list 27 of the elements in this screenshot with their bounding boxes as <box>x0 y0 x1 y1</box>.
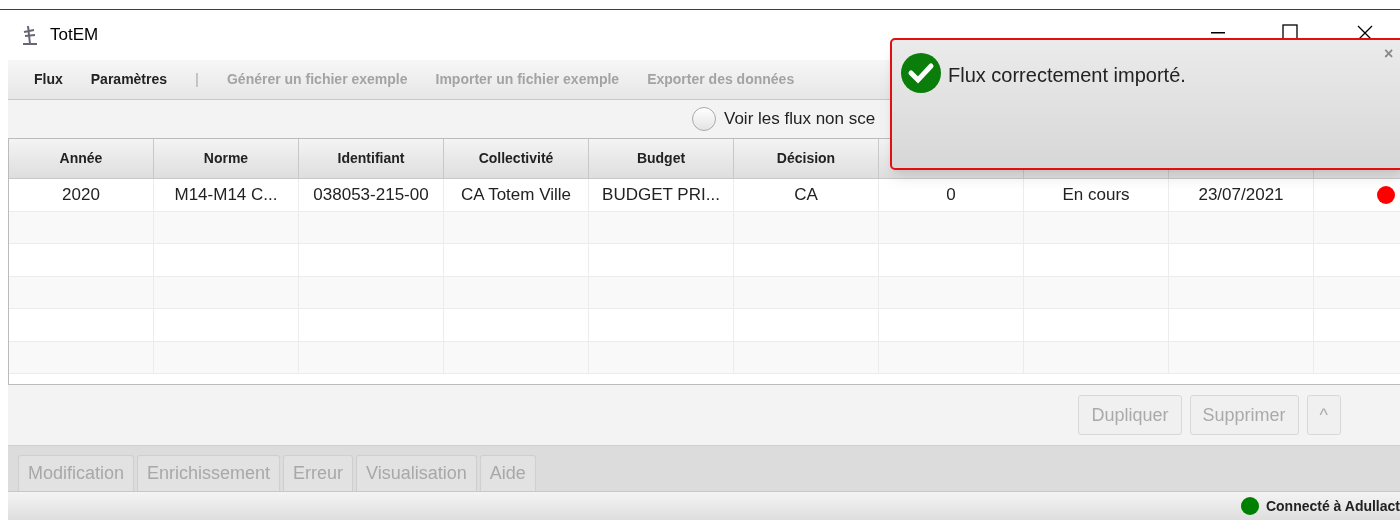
table-cell: M14-M14 C... <box>154 179 299 211</box>
table-cell: En cours <box>1024 179 1169 211</box>
radio-button[interactable] <box>692 107 716 131</box>
check-icon <box>900 52 942 94</box>
column-header[interactable]: Identifiant <box>299 139 444 178</box>
table-cell: 2020 <box>9 179 154 211</box>
notification-message: Flux correctement importé. <box>948 63 1186 88</box>
minimize-icon[interactable] <box>1211 32 1225 34</box>
table-cell: 038053-215-00 <box>299 179 444 211</box>
menu-separator: | <box>195 70 199 89</box>
table-cell: CA <box>734 179 879 211</box>
close-button[interactable]: × <box>1384 46 1394 62</box>
menu-item[interactable]: Paramètres <box>90 69 168 90</box>
column-header[interactable]: Budget <box>589 139 734 178</box>
table-cell: CA Totem Ville <box>444 179 589 211</box>
menu-item[interactable]: Flux <box>34 69 63 90</box>
column-header[interactable]: Décision <box>734 139 879 178</box>
table-cell: BUDGET PRI... <box>589 179 734 211</box>
window-title: TotEM <box>50 24 99 47</box>
app-icon <box>20 24 40 46</box>
table-cell: 23/07/2021 <box>1169 179 1314 211</box>
column-header[interactable]: Norme <box>154 139 299 178</box>
status-text: Connecté à Adullact <box>1265 496 1400 516</box>
column-header[interactable]: Année <box>9 139 154 178</box>
column-header[interactable]: Collectivité <box>444 139 589 178</box>
radio-label: Voir les flux non sce <box>724 108 876 131</box>
table-cell: 0 <box>879 179 1024 211</box>
